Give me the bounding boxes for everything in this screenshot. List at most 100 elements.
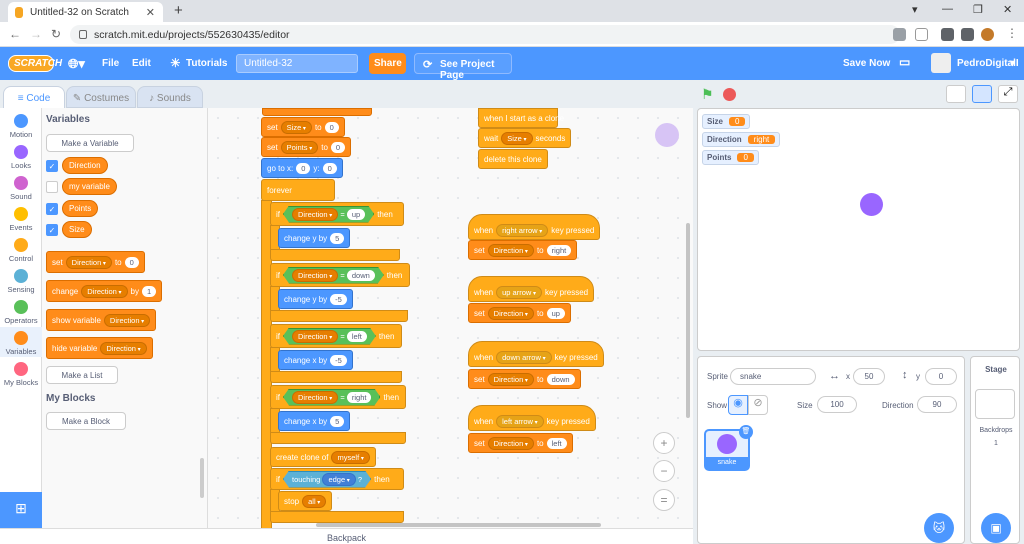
code-workspace[interactable]: set Size to 0 set Points to 0 go to x: 0… xyxy=(208,108,693,528)
x-input[interactable]: 50 xyxy=(853,368,885,385)
if-direction-down-block[interactable]: if Direction = down then xyxy=(270,263,410,287)
category-variables[interactable]: Variables xyxy=(0,327,42,357)
variable-dropdown[interactable]: Direction xyxy=(487,436,534,450)
variable-dropdown[interactable]: Direction xyxy=(487,306,534,320)
variable-dropdown[interactable]: Direction xyxy=(103,313,151,327)
clone-target-dropdown[interactable]: myself xyxy=(331,450,370,464)
key-dropdown[interactable]: left arrow xyxy=(496,414,544,428)
value-input[interactable]: -5 xyxy=(330,293,347,305)
forward-icon[interactable]: → xyxy=(30,27,42,41)
when-key-pressed-hat[interactable]: when right arrow key pressed xyxy=(468,214,601,240)
set-points-block[interactable]: set Points to 0 xyxy=(261,137,352,157)
palette-scrollbar[interactable] xyxy=(200,458,204,498)
stage[interactable]: Size 0 Direction right Points 0 xyxy=(697,108,1020,351)
profile-dropdown-icon[interactable]: ▾ xyxy=(912,3,918,16)
project-title-input[interactable]: Untitled-32 xyxy=(236,54,358,73)
key-dropdown[interactable]: up arrow xyxy=(496,285,542,299)
y-input[interactable]: 0 xyxy=(322,162,337,174)
when-key-pressed-hat[interactable]: when up arrow key pressed xyxy=(468,276,595,302)
user-avatar[interactable] xyxy=(931,53,951,73)
backpack-bar[interactable]: Backpack xyxy=(0,528,693,544)
small-stage-icon[interactable] xyxy=(946,85,966,103)
size-input[interactable]: 100 xyxy=(817,396,857,413)
variable-dropdown[interactable]: Direction xyxy=(292,330,338,343)
show-eye-icon[interactable]: ◉ xyxy=(728,395,748,415)
make-block-button[interactable]: Make a Block xyxy=(46,412,126,430)
var-reporter-direction[interactable]: Direction xyxy=(62,157,108,174)
set-direction-block[interactable]: set Direction to left xyxy=(468,433,573,453)
category-motion[interactable]: Motion xyxy=(0,114,42,139)
value-input[interactable]: up xyxy=(347,209,365,220)
code-horizontal-scrollbar[interactable] xyxy=(316,523,601,527)
set-direction-block[interactable]: set Direction to up xyxy=(468,303,571,323)
y-input[interactable]: 0 xyxy=(925,368,957,385)
monitor-direction[interactable]: Direction right xyxy=(702,132,781,147)
profile-avatar-icon[interactable] xyxy=(981,28,994,41)
value-input[interactable]: 0 xyxy=(330,141,346,153)
tab-sounds[interactable]: ♪ Sounds xyxy=(137,86,203,108)
category-operators[interactable]: Operators xyxy=(0,300,42,325)
backdrop-thumbnail[interactable] xyxy=(975,389,1015,419)
variable-dropdown[interactable]: Points xyxy=(280,140,319,154)
var-reporter-my-variable[interactable]: my variable xyxy=(62,178,117,195)
edit-menu[interactable]: Edit xyxy=(132,58,151,69)
change-y-block[interactable]: change y by -5 xyxy=(278,289,353,309)
account-dropdown-icon[interactable]: ▾ xyxy=(1010,58,1015,69)
direction-input[interactable]: 90 xyxy=(917,396,957,413)
category-looks[interactable]: Looks xyxy=(0,145,42,170)
category-control[interactable]: Control xyxy=(0,238,42,263)
new-tab-icon[interactable]: + xyxy=(174,2,183,19)
set-direction-block[interactable]: set Direction to right xyxy=(468,240,578,260)
when-key-pressed-hat[interactable]: when down arrow key pressed xyxy=(468,341,604,367)
stop-option-dropdown[interactable]: all xyxy=(302,494,327,508)
change-y-block[interactable]: change y by 5 xyxy=(278,228,351,248)
create-clone-block[interactable]: create clone of myself xyxy=(270,447,376,467)
scratch-logo[interactable]: SCRATCH xyxy=(8,55,62,72)
touching-condition[interactable]: touching edge ? xyxy=(283,471,371,488)
variable-dropdown[interactable]: Direction xyxy=(292,208,338,221)
value-input[interactable]: down xyxy=(347,270,375,281)
monitor-points[interactable]: Points 0 xyxy=(702,150,759,165)
category-sound[interactable]: Sound xyxy=(0,176,42,201)
variable-dropdown[interactable]: Direction xyxy=(81,284,128,298)
close-tab-icon[interactable]: ✕ xyxy=(146,6,155,19)
equals-condition[interactable]: Direction = left xyxy=(283,328,376,345)
set-size-block[interactable]: set Size to 0 xyxy=(261,117,345,137)
when-key-pressed-hat[interactable]: when left arrow key pressed xyxy=(468,405,596,431)
extensions-puzzle-icon[interactable] xyxy=(961,28,974,41)
fullscreen-icon[interactable]: ⤢ xyxy=(998,85,1018,103)
if-direction-right-block[interactable]: if Direction = right then xyxy=(270,385,406,409)
value-input[interactable]: 0 xyxy=(324,121,339,133)
tab-code[interactable]: ≡ Code xyxy=(3,86,65,108)
category-my-blocks[interactable]: My Blocks xyxy=(0,362,42,387)
wait-size-reporter[interactable]: Size xyxy=(501,131,533,145)
tutorials-menu[interactable]: Tutorials xyxy=(186,58,227,69)
green-flag-icon[interactable]: ⚑ xyxy=(701,86,714,103)
partial-block-top[interactable] xyxy=(262,108,372,116)
choose-backdrop-icon[interactable]: ▣ xyxy=(981,513,1011,543)
normal-stage-icon[interactable] xyxy=(972,85,992,103)
var-checkbox-my-variable[interactable] xyxy=(46,181,58,193)
if-direction-up-block[interactable]: if Direction = up then xyxy=(270,202,404,226)
equals-condition[interactable]: Direction = up xyxy=(283,206,374,223)
stop-block[interactable]: stop all xyxy=(278,491,333,511)
browser-tab[interactable]: Untitled-32 on Scratch ✕ xyxy=(8,2,163,22)
x-input[interactable]: 0 xyxy=(296,162,311,174)
hide-eye-icon[interactable]: ⊘ xyxy=(748,395,768,415)
wait-block[interactable]: wait Size seconds xyxy=(478,128,572,148)
category-sensing[interactable]: Sensing xyxy=(0,269,42,294)
value-input[interactable]: right xyxy=(546,244,572,256)
variable-dropdown[interactable]: Direction xyxy=(65,255,112,269)
var-reporter-points[interactable]: Points xyxy=(62,200,99,217)
var-checkbox-size[interactable]: ✓ xyxy=(46,224,58,236)
palette-show-variable-block[interactable]: show variable Direction xyxy=(46,309,157,331)
code-vertical-scrollbar[interactable] xyxy=(686,223,690,418)
monitor-size[interactable]: Size 0 xyxy=(702,114,751,129)
zoom-out-icon[interactable]: − xyxy=(653,460,675,482)
reload-icon[interactable]: ↻ xyxy=(51,27,61,41)
make-list-button[interactable]: Make a List xyxy=(46,366,118,384)
variable-dropdown[interactable]: Direction xyxy=(292,269,338,282)
url-input[interactable]: scratch.mit.edu/projects/552630435/edito… xyxy=(70,25,900,44)
change-x-block[interactable]: change x by -5 xyxy=(278,350,353,370)
value-input[interactable]: 5 xyxy=(330,415,345,427)
